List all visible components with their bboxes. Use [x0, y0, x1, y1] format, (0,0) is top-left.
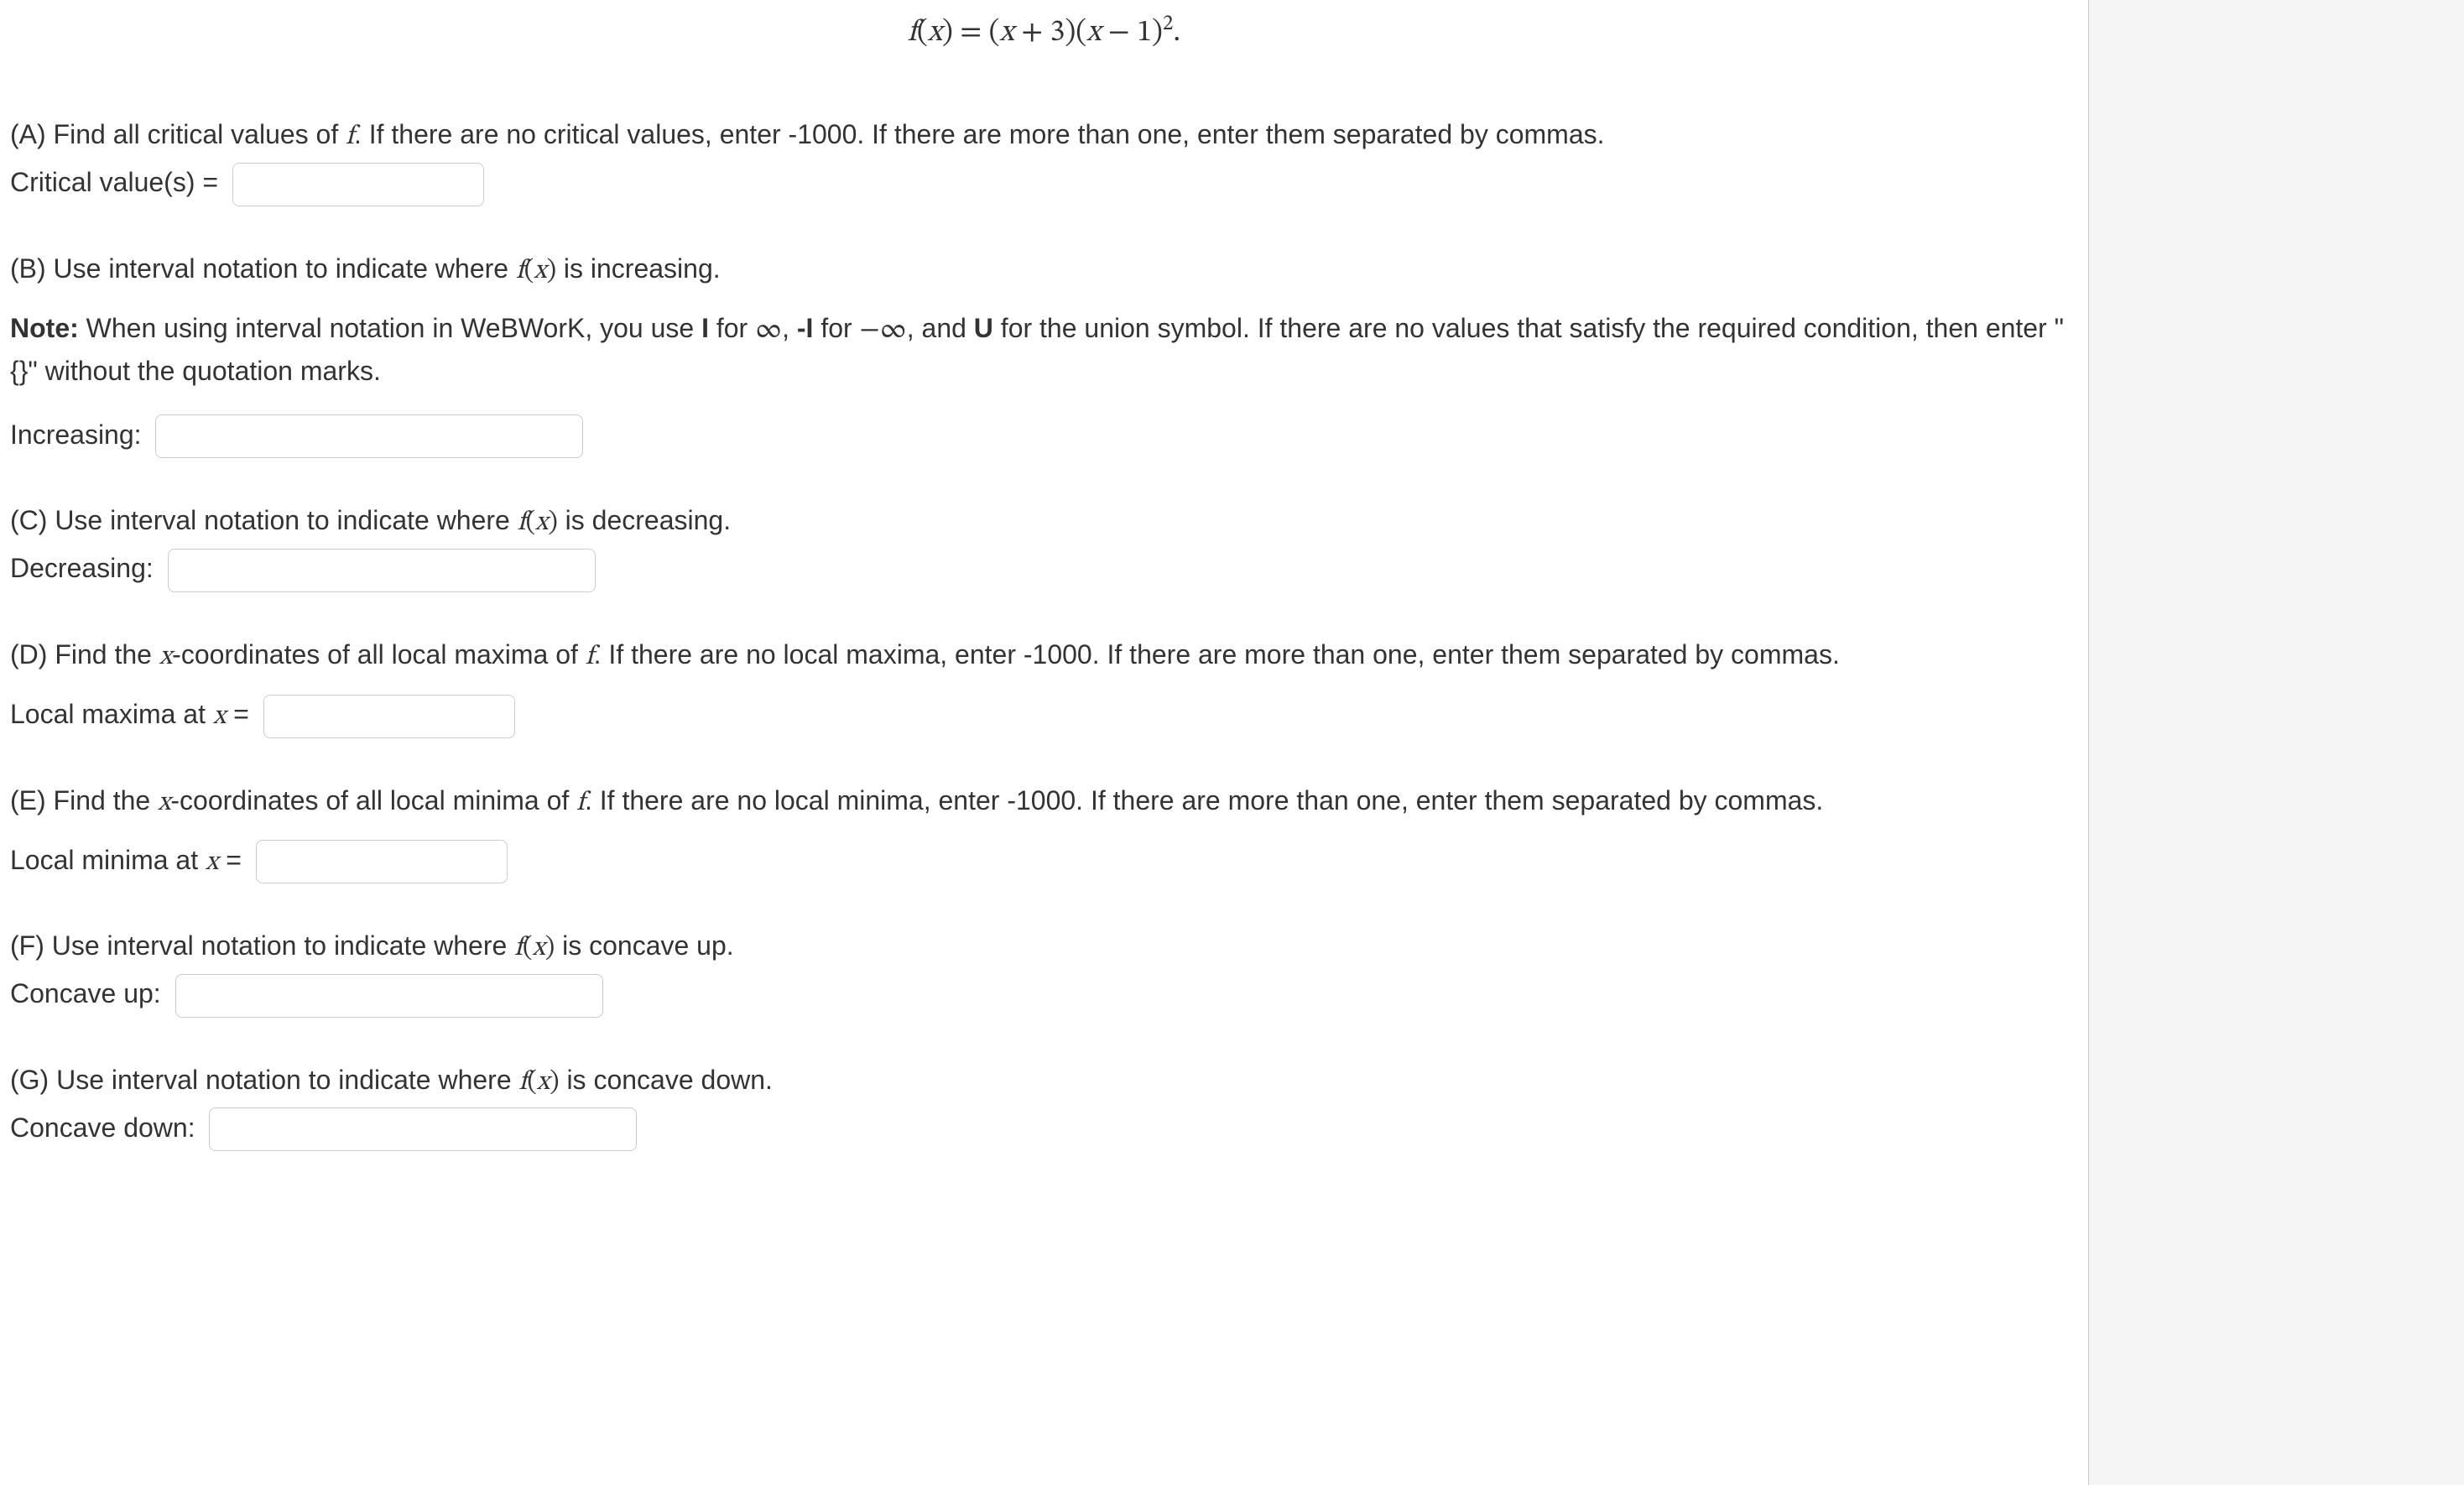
note-U: U — [974, 313, 993, 343]
concave-down-input[interactable] — [209, 1107, 637, 1151]
note-neg-I: -I — [797, 313, 814, 343]
local-minima-input[interactable] — [256, 840, 508, 883]
part-c: (C) Use interval notation to indicate wh… — [10, 500, 2078, 592]
text: is concave up. — [555, 930, 733, 961]
part-b-prompt: (B) Use interval notation to indicate wh… — [10, 248, 2078, 291]
text: is increasing. — [556, 253, 721, 284]
part-b-note: Note: When using interval notation in We… — [10, 308, 2078, 391]
text: for — [709, 313, 755, 343]
note-I: I — [701, 313, 709, 343]
local-minima-label: Local minima at x = — [10, 840, 242, 883]
decreasing-label: Decreasing: — [10, 548, 154, 588]
text: (C) Use interval notation to indicate wh… — [10, 505, 518, 535]
part-g-prompt: (G) Use interval notation to indicate wh… — [10, 1060, 2078, 1102]
critical-values-input[interactable] — [232, 163, 484, 206]
text: (E) Find the — [10, 785, 158, 815]
text: . If there are no local minima, enter -1… — [585, 785, 1823, 815]
text: Local maxima at — [10, 699, 213, 729]
part-g: (G) Use interval notation to indicate wh… — [10, 1060, 2078, 1152]
text: (A) Find all critical values of — [10, 119, 346, 149]
part-b-answer-row: Increasing: — [10, 414, 2078, 459]
part-g-answer-row: Concave down: — [10, 1107, 2078, 1152]
critical-values-label: Critical value(s) = — [10, 162, 218, 202]
part-d: (D) Find the x-coordinates of all local … — [10, 634, 2078, 738]
part-a-prompt: (A) Find all critical values of f. If th… — [10, 114, 2078, 157]
text: Local minima at — [10, 845, 206, 875]
decreasing-input[interactable] — [168, 549, 596, 592]
part-e: (E) Find the x-coordinates of all local … — [10, 780, 2078, 884]
part-c-prompt: (C) Use interval notation to indicate wh… — [10, 500, 2078, 543]
text: . If there are no critical values, enter… — [354, 119, 1605, 149]
text: = — [226, 699, 249, 729]
text: , — [782, 313, 797, 343]
part-f: (F) Use interval notation to indicate wh… — [10, 925, 2078, 1018]
math-x: x — [158, 789, 170, 816]
math-fx: f(x) — [514, 935, 555, 961]
part-f-prompt: (F) Use interval notation to indicate wh… — [10, 925, 2078, 968]
math-f: f — [586, 644, 594, 670]
math-f: f — [346, 123, 354, 150]
infinity-icon: ∞ — [755, 315, 782, 344]
math-fx: f(x) — [518, 509, 558, 536]
text: . If there are no local maxima, enter -1… — [594, 639, 1840, 670]
text: (D) Find the — [10, 639, 159, 670]
text: is decreasing. — [558, 505, 731, 535]
concave-down-label: Concave down: — [10, 1107, 195, 1148]
text: (G) Use interval notation to indicate wh… — [10, 1065, 519, 1095]
math-x: x — [213, 703, 226, 730]
text: -coordinates of all local maxima of — [172, 639, 586, 670]
local-maxima-input[interactable] — [263, 695, 515, 738]
concave-up-label: Concave up: — [10, 973, 161, 1013]
part-a-answer-row: Critical value(s) = — [10, 162, 2078, 206]
text: (F) Use interval notation to indicate wh… — [10, 930, 514, 961]
neg-infinity-icon: −∞ — [860, 315, 907, 344]
problem-page: f(x) = (x + 3)(x − 1)2. (A) Find all cri… — [0, 0, 2089, 1485]
text: , and — [907, 313, 974, 343]
increasing-input[interactable] — [155, 414, 583, 458]
part-d-answer-row: Local maxima at x = — [10, 694, 2078, 738]
concave-up-input[interactable] — [175, 974, 603, 1018]
part-e-answer-row: Local minima at x = — [10, 840, 2078, 884]
text: -coordinates of all local minima of — [170, 785, 576, 815]
part-e-prompt: (E) Find the x-coordinates of all local … — [10, 780, 2078, 823]
text: for — [813, 313, 859, 343]
text: When using interval notation in WeBWorK,… — [79, 313, 701, 343]
part-a: (A) Find all critical values of f. If th… — [10, 114, 2078, 206]
math-x: x — [206, 849, 218, 876]
math-x: x — [159, 644, 172, 670]
local-maxima-label: Local maxima at x = — [10, 694, 249, 737]
function-definition: f(x) = (x + 3)(x − 1)2. — [10, 3, 2078, 89]
text: is concave down. — [560, 1065, 773, 1095]
part-c-answer-row: Decreasing: — [10, 548, 2078, 592]
math-fx: f(x) — [516, 258, 556, 284]
math-fx: f(x) — [519, 1069, 560, 1096]
part-d-prompt: (D) Find the x-coordinates of all local … — [10, 634, 2078, 677]
part-b: (B) Use interval notation to indicate wh… — [10, 248, 2078, 459]
increasing-label: Increasing: — [10, 414, 142, 455]
math-f: f — [576, 789, 585, 816]
part-f-answer-row: Concave up: — [10, 973, 2078, 1018]
note-label: Note: — [10, 313, 79, 343]
text: (B) Use interval notation to indicate wh… — [10, 253, 516, 284]
text: = — [218, 845, 242, 875]
